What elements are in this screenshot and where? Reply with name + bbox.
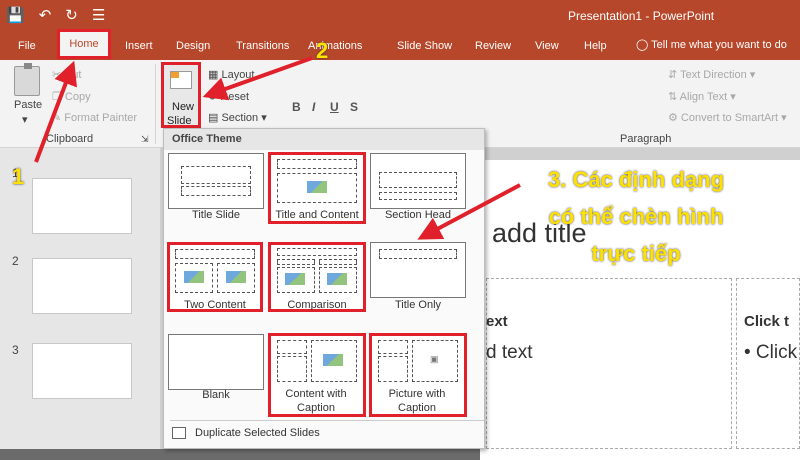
arrow-to-home-tab — [34, 60, 77, 163]
annotation-step-3-line2: có thể chèn hình — [548, 204, 724, 229]
annotation-step-3-line1: 3. Các định dạng — [547, 167, 725, 192]
annotation-step-1: 1 — [12, 164, 25, 189]
annotation-step-2: 2 — [316, 38, 329, 63]
annotation-step-3-line3: trực tiếp — [591, 241, 681, 266]
arrow-to-new-slide — [202, 56, 313, 101]
